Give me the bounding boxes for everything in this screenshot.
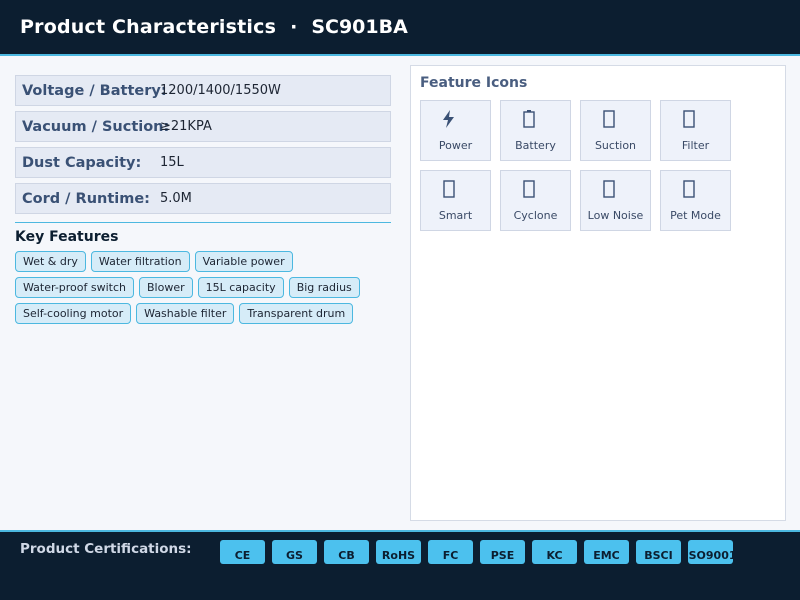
filter-icon bbox=[683, 110, 695, 128]
cert-badge-fc: FC bbox=[428, 540, 473, 564]
feature-card-battery: Battery bbox=[500, 100, 571, 161]
header-bar: Product Characteristics · SC901BA bbox=[0, 0, 800, 56]
cert-badge-emc: EMC bbox=[584, 540, 629, 564]
spec-value: 5.0M bbox=[160, 191, 192, 206]
spec-label: Dust Capacity: bbox=[22, 154, 142, 171]
lightning-icon bbox=[443, 110, 454, 128]
specs-section: Voltage / Battery: 1200/1400/1550W Vacuu… bbox=[15, 75, 391, 329]
feature-chip: Transparent drum bbox=[239, 303, 354, 324]
spec-label: Cord / Runtime: bbox=[22, 190, 150, 207]
spec-label: Vacuum / Suction: bbox=[22, 118, 170, 135]
feature-icons-panel: Feature Icons Power Battery Suction Filt… bbox=[410, 65, 786, 521]
feature-chip: Big radius bbox=[288, 277, 360, 298]
cert-badge-ce: CE bbox=[220, 540, 265, 564]
section-divider bbox=[15, 222, 391, 223]
spec-row-cord: Cord / Runtime: 5.0M bbox=[15, 183, 391, 214]
feature-chip: Water filtration bbox=[90, 251, 190, 272]
feature-chip: Water-proof switch bbox=[15, 277, 134, 298]
spec-value: 15L bbox=[160, 155, 184, 170]
feature-icons-title: Feature Icons bbox=[420, 75, 528, 91]
feature-card-label: Battery bbox=[515, 139, 556, 152]
spec-value: ≥21KPA bbox=[160, 119, 212, 134]
feature-card-suction: Suction bbox=[580, 100, 651, 161]
pet-mode-icon bbox=[683, 180, 695, 198]
cert-badge-cb: CB bbox=[324, 540, 369, 564]
spec-row-suction: Vacuum / Suction: ≥21KPA bbox=[15, 111, 391, 142]
feature-chip: Self-cooling motor bbox=[15, 303, 132, 324]
feature-card-low-noise: Low Noise bbox=[580, 170, 651, 231]
certifications-list: CE GS CB RoHS FC PSE KC EMC BSCI ISO9001 bbox=[220, 540, 740, 564]
cert-badge-pse: PSE bbox=[480, 540, 525, 564]
feature-card-label: Filter bbox=[681, 139, 710, 152]
feature-chip: 15L capacity bbox=[197, 277, 284, 298]
key-features-title: Key Features bbox=[15, 229, 119, 245]
cert-badge-rohs: RoHS bbox=[376, 540, 421, 564]
feature-card-pet-mode: Pet Mode bbox=[660, 170, 731, 231]
certifications-label: Product Certifications: bbox=[20, 541, 192, 557]
feature-card-label: Pet Mode bbox=[670, 209, 721, 222]
spec-row-dust-capacity: Dust Capacity: 15L bbox=[15, 147, 391, 178]
key-features-list: Wet & dry Water filtration Variable powe… bbox=[15, 251, 391, 329]
footer-bar: Product Certifications: CE GS CB RoHS FC… bbox=[0, 530, 800, 600]
smart-icon bbox=[443, 180, 455, 198]
battery-icon bbox=[523, 110, 535, 128]
feature-chip: Washable filter bbox=[136, 303, 235, 324]
feature-card-label: Low Noise bbox=[587, 209, 644, 222]
model-number: SC901BA bbox=[311, 16, 408, 38]
feature-card-label: Cyclone bbox=[513, 209, 558, 222]
feature-card-label: Smart bbox=[438, 209, 473, 222]
spec-value: 1200/1400/1550W bbox=[160, 83, 281, 98]
spec-label: Voltage / Battery: bbox=[22, 82, 167, 99]
feature-chip: Variable power bbox=[194, 251, 293, 272]
suction-icon bbox=[603, 110, 615, 128]
cert-badge-bsci: BSCI bbox=[636, 540, 681, 564]
cert-badge-gs: GS bbox=[272, 540, 317, 564]
cert-badge-kc: KC bbox=[532, 540, 577, 564]
cyclone-icon bbox=[523, 180, 535, 198]
cert-badge-iso9001: ISO9001 bbox=[688, 540, 733, 564]
feature-card-label: Suction bbox=[594, 139, 637, 152]
page-title: Product Characteristics bbox=[20, 16, 277, 38]
feature-icons-grid: Power Battery Suction Filter Smart Cyclo… bbox=[420, 100, 740, 240]
feature-card-smart: Smart bbox=[420, 170, 491, 231]
feature-chip: Blower bbox=[139, 277, 193, 298]
title-separator: · bbox=[290, 16, 298, 38]
spec-row-voltage: Voltage / Battery: 1200/1400/1550W bbox=[15, 75, 391, 106]
low-noise-icon bbox=[603, 180, 615, 198]
feature-card-filter: Filter bbox=[660, 100, 731, 161]
feature-chip: Wet & dry bbox=[15, 251, 86, 272]
feature-card-label: Power bbox=[438, 139, 473, 152]
feature-card-power: Power bbox=[420, 100, 491, 161]
feature-card-cyclone: Cyclone bbox=[500, 170, 571, 231]
